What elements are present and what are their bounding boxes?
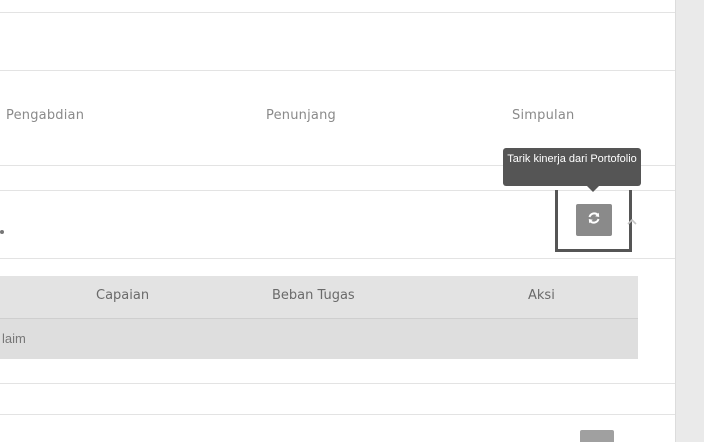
table-row: laim <box>0 318 638 359</box>
tooltip-text: Tarik kinerja dari Portofolio <box>507 153 637 165</box>
divider-top <box>0 12 676 13</box>
bullet-mark <box>0 230 4 234</box>
chevron-up-icon[interactable] <box>626 216 638 228</box>
tab-pengabdian[interactable]: Pengabdian <box>6 108 84 123</box>
column-header-capaian: Capaian <box>96 288 150 303</box>
table-cell: laim <box>2 331 26 346</box>
divider-table-top <box>0 258 676 259</box>
table-header: Capaian Beban Tugas Aksi <box>0 276 638 318</box>
tab-penunjang[interactable]: Penunjang <box>266 108 336 123</box>
right-scroll-gutter <box>675 0 704 442</box>
column-header-beban-tugas: Beban Tugas <box>272 288 355 303</box>
divider-table-bottom <box>0 383 676 384</box>
column-header-aksi: Aksi <box>528 288 555 303</box>
divider-upper <box>0 70 676 71</box>
next-panel-button[interactable] <box>580 430 614 442</box>
page: Pengabdian Penunjang Simpulan Tarik kine… <box>0 0 704 442</box>
refresh-icon <box>587 211 601 230</box>
tab-simpulan[interactable]: Simpulan <box>512 108 574 123</box>
tooltip: Tarik kinerja dari Portofolio <box>503 148 641 192</box>
refresh-button[interactable] <box>576 204 612 236</box>
divider-next-panel <box>0 414 676 415</box>
tab-bar: Pengabdian Penunjang Simpulan <box>0 100 676 136</box>
